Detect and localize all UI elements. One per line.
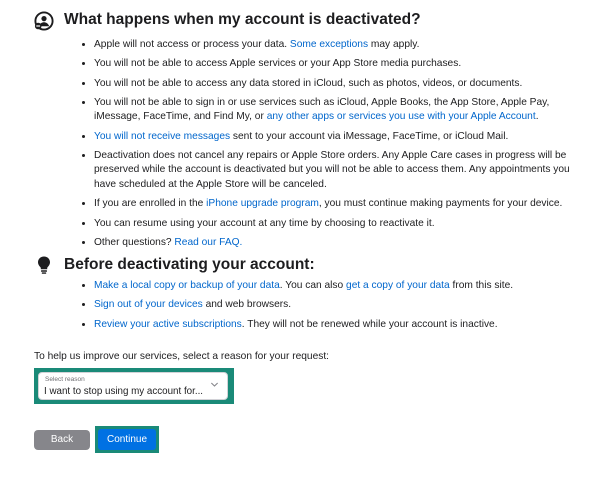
list-item: You can resume using your account at any… [94, 217, 586, 232]
list-item: You will not be able to sign in or use s… [94, 96, 586, 125]
select-caption: Select reason [45, 376, 85, 383]
continue-button[interactable]: Continue [98, 429, 156, 450]
inline-link[interactable]: Some exceptions [290, 39, 368, 50]
item-text: . You can also [279, 280, 347, 291]
list-item: You will not be able to access Apple ser… [94, 57, 586, 72]
list-item: Sign out of your devices and web browser… [94, 298, 586, 313]
before-deactivating-heading: Before deactivating your account: [64, 256, 315, 273]
deactivation-list: Apple will not access or process your da… [80, 38, 586, 255]
inline-link[interactable]: Sign out of your devices [94, 299, 203, 310]
item-text: . [535, 111, 539, 123]
item-text: sent to your account via iMessage, FaceT… [230, 130, 509, 142]
item-text: . They will not be renewed while your ac… [241, 318, 498, 330]
item-text: You will not be able to access any data … [94, 77, 523, 89]
deactivation-heading: What happens when my account is deactiva… [64, 11, 421, 28]
item-text: Other questions? [94, 236, 175, 248]
list-item: You will not receive messages sent to yo… [94, 130, 586, 145]
inline-link[interactable]: Read our FAQ. [174, 237, 242, 248]
item-text: may apply. [368, 39, 420, 50]
inline-link[interactable]: Review your active subscriptions [94, 319, 242, 330]
chevron-down-icon [210, 382, 219, 387]
account-deactivate-icon [34, 11, 54, 31]
back-button[interactable]: Back [34, 430, 90, 450]
item-text: Apple will not access or process your da… [94, 39, 290, 50]
list-item: Make a local copy or backup of your data… [94, 279, 586, 294]
continue-button-highlight: Continue [95, 426, 159, 453]
inline-link[interactable]: Make a local copy or backup of your data [94, 280, 280, 291]
lightbulb-icon [38, 256, 50, 274]
select-value: I want to stop using my account for... [44, 386, 204, 397]
reason-select[interactable]: Select reason I want to stop using my ac… [38, 372, 228, 400]
reason-prompt: To help us improve our services, select … [34, 351, 330, 362]
list-item: Other questions? Read our FAQ. [94, 236, 586, 251]
list-item: If you are enrolled in the iPhone upgrad… [94, 197, 586, 212]
list-item: Apple will not access or process your da… [94, 38, 586, 53]
item-text: , you must continue making payments for … [318, 198, 563, 210]
before-deactivating-list: Make a local copy or backup of your data… [80, 279, 586, 337]
reason-select-highlight: Select reason I want to stop using my ac… [34, 368, 234, 404]
item-text: from this site. [449, 280, 514, 291]
list-item: Deactivation does not cancel any repairs… [94, 149, 586, 193]
item-text: and web browsers. [202, 299, 292, 311]
inline-link[interactable]: You will not receive messages [94, 131, 230, 142]
list-item: You will not be able to access any data … [94, 77, 586, 92]
item-text: If you are enrolled in the [94, 198, 207, 210]
inline-link[interactable]: get a copy of your data [346, 280, 450, 291]
inline-link[interactable]: any other apps or services you use with … [267, 111, 536, 122]
item-text: You will not be able to access Apple ser… [94, 58, 462, 70]
list-item: Review your active subscriptions. They w… [94, 318, 586, 333]
inline-link[interactable]: iPhone upgrade program [206, 198, 319, 209]
item-text: You can resume using your account at any… [94, 217, 435, 229]
item-text: Deactivation does not cancel any repairs… [94, 149, 570, 190]
